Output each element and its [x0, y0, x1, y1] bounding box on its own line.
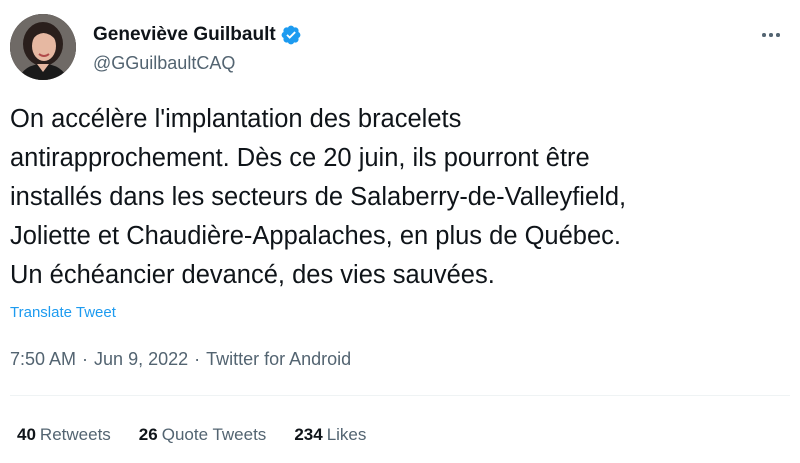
- tweet-text-line: installés dans les secteurs de Salaberry…: [10, 183, 627, 211]
- quote-tweets-label: Quote Tweets: [161, 425, 267, 444]
- tweet-text-line: Joliette et Chaudière-Appalaches, en plu…: [10, 222, 621, 250]
- avatar[interactable]: [10, 14, 76, 80]
- tweet-date[interactable]: Jun 9, 2022: [94, 349, 188, 369]
- tweet-text-line: antirapprochement. Dès ce 20 juin, ils p…: [10, 144, 590, 172]
- engagement-stats: 40 Retweets 26 Quote Tweets 234 Likes: [17, 425, 394, 445]
- avatar-image: [10, 14, 76, 80]
- tweet-metadata: 7:50 AM · Jun 9, 2022 · Twitter for Android: [10, 349, 351, 370]
- likes-stat[interactable]: 234 Likes: [294, 425, 366, 445]
- separator: ·: [82, 349, 89, 369]
- retweets-count: 40: [17, 425, 36, 444]
- more-horizontal-icon: [762, 33, 767, 37]
- retweets-label: Retweets: [39, 425, 111, 444]
- name-row: Geneviève Guilbault: [93, 24, 302, 46]
- more-options-button[interactable]: [756, 20, 786, 50]
- translate-tweet-link[interactable]: Translate Tweet: [10, 304, 116, 321]
- likes-count: 234: [294, 425, 323, 444]
- tweet-source[interactable]: Twitter for Android: [206, 349, 351, 369]
- quote-tweets-count: 26: [138, 425, 158, 444]
- tweet-header: Geneviève Guilbault @GGuilbaultCAQ: [10, 14, 790, 84]
- tweet-text: On accélère l'implantation des bracelets…: [10, 100, 790, 295]
- author-display-name[interactable]: Geneviève Guilbault: [93, 24, 276, 46]
- tweet-time[interactable]: 7:50 AM: [10, 349, 76, 369]
- separator: ·: [194, 349, 201, 369]
- verified-badge-icon: [280, 24, 302, 46]
- retweets-stat[interactable]: 40 Retweets: [17, 425, 111, 445]
- tweet-text-line: On accélère l'implantation des bracelets: [10, 105, 462, 133]
- tweet-text-line: Un échéancier devancé, des vies sauvées.: [10, 261, 495, 289]
- tweet-card: Geneviève Guilbault @GGuilbaultCAQ On ac…: [0, 0, 800, 463]
- author-handle[interactable]: @GGuilbaultCAQ: [93, 53, 235, 74]
- quote-tweets-stat[interactable]: 26 Quote Tweets: [139, 425, 267, 445]
- divider: [10, 395, 790, 396]
- likes-label: Likes: [326, 425, 367, 444]
